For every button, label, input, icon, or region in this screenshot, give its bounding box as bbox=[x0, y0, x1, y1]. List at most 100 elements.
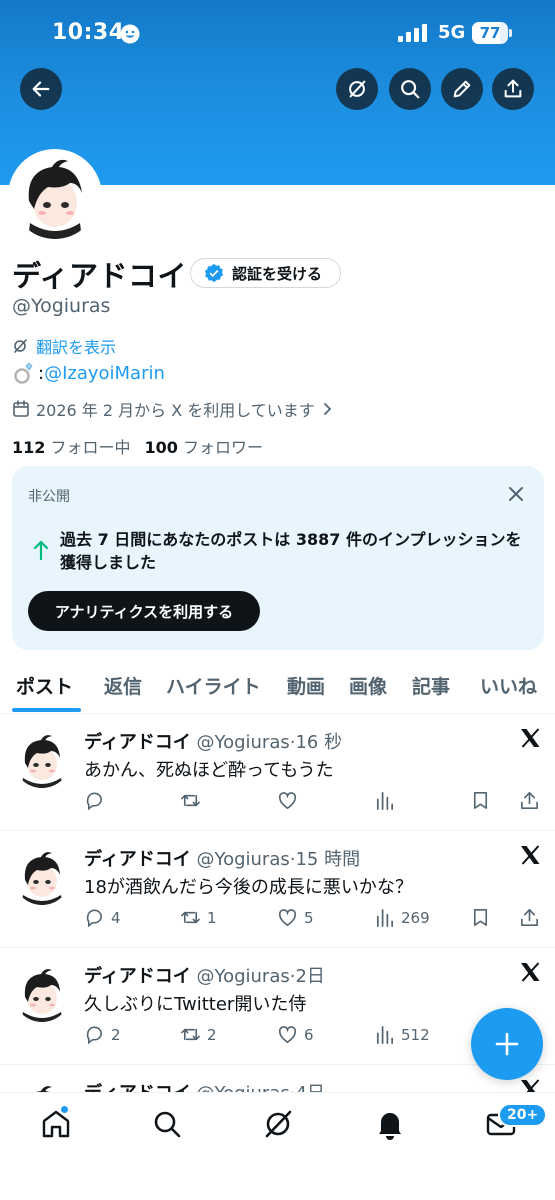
tab-replies[interactable]: 返信 bbox=[104, 672, 142, 699]
post-text: 久しぶりにTwitter開いた侍 bbox=[84, 994, 307, 1015]
tab-posts[interactable]: ポスト bbox=[16, 672, 73, 699]
arrow-left-icon bbox=[32, 81, 50, 97]
grok-icon bbox=[265, 1110, 292, 1138]
joined-date-row[interactable]: 2026 年 2 月から X を利用しています bbox=[12, 397, 339, 421]
following-link[interactable]: 112 フォロー中 bbox=[12, 434, 131, 458]
heart-icon bbox=[278, 1026, 297, 1044]
upload-icon bbox=[504, 79, 522, 98]
follow-stats: 112 フォロー中 100 フォロワー bbox=[12, 434, 263, 458]
tab-highlights[interactable]: ハイライト bbox=[166, 672, 261, 699]
followers-link[interactable]: 100 フォロワー bbox=[145, 434, 264, 458]
search-button[interactable] bbox=[389, 68, 431, 110]
profile-bio: : @IzayoiMarin bbox=[12, 362, 165, 384]
get-verified-button[interactable]: 認証を受ける bbox=[190, 258, 341, 288]
post-actions: 4 1 5 269 bbox=[0, 907, 555, 931]
reply-button[interactable]: 2 bbox=[84, 1024, 121, 1045]
post-text: 18が酒飲んだら今後の成長に悪いかな？ bbox=[84, 877, 413, 898]
tab-articles[interactable]: 記事 bbox=[412, 672, 450, 699]
translate-bio-link[interactable]: 翻訳を表示 bbox=[12, 334, 116, 358]
view-count: 269 bbox=[401, 908, 430, 927]
grok-icon bbox=[14, 339, 27, 353]
nav-notifications[interactable] bbox=[373, 1107, 407, 1141]
avatar-illustration bbox=[12, 153, 98, 239]
edit-button[interactable] bbox=[441, 68, 483, 110]
status-bar: 10:34 5G 77 bbox=[0, 0, 555, 66]
followers-label: フォロワー bbox=[183, 438, 264, 457]
post-avatar[interactable] bbox=[13, 730, 71, 788]
use-analytics-button[interactable]: アナリティクスを利用する bbox=[28, 591, 260, 631]
private-label: 非公開 bbox=[28, 489, 70, 505]
calendar-icon bbox=[13, 400, 29, 417]
bookmark-button[interactable] bbox=[470, 790, 497, 811]
views-button[interactable]: 512 bbox=[374, 1024, 430, 1045]
x-logo-icon[interactable] bbox=[519, 961, 541, 983]
home-unread-dot bbox=[60, 1105, 69, 1114]
post-author-name[interactable]: ディアドコイ bbox=[84, 732, 191, 753]
post-item[interactable]: ディアドコイ @Yogiuras·15 時間 18が酒飲んだら今後の成長に悪いか… bbox=[0, 831, 555, 948]
compose-post-button[interactable] bbox=[471, 1008, 543, 1080]
post-header: ディアドコイ @Yogiuras·16 秒 bbox=[84, 732, 343, 753]
display-name: ディアドコイ bbox=[12, 259, 187, 293]
repost-button[interactable]: 1 bbox=[180, 907, 217, 928]
reply-icon bbox=[86, 909, 102, 928]
like-button[interactable]: 5 bbox=[277, 907, 314, 928]
view-count: 512 bbox=[401, 1025, 430, 1044]
post-author-name[interactable]: ディアドコイ bbox=[84, 966, 191, 987]
repost-button[interactable] bbox=[180, 790, 207, 811]
nav-grok[interactable] bbox=[261, 1107, 295, 1141]
post-author-name[interactable]: ディアドコイ bbox=[84, 849, 191, 870]
active-tab-indicator bbox=[12, 708, 81, 712]
post-avatar[interactable] bbox=[13, 847, 71, 905]
heart-icon bbox=[278, 792, 297, 810]
tab-likes[interactable]: いいね bbox=[480, 672, 537, 699]
post-avatar[interactable] bbox=[13, 964, 71, 1022]
reply-icon bbox=[86, 792, 102, 811]
reply-button[interactable]: 4 bbox=[84, 907, 121, 928]
share-post-button[interactable] bbox=[519, 907, 546, 928]
like-button[interactable]: 6 bbox=[277, 1024, 314, 1045]
upload-icon bbox=[521, 792, 538, 809]
post-header: ディアドコイ @Yogiuras·15 時間 bbox=[84, 849, 361, 870]
translate-label: 翻訳を表示 bbox=[36, 338, 117, 357]
network-type: 5G bbox=[438, 22, 466, 43]
repost-button[interactable]: 2 bbox=[180, 1024, 217, 1045]
post-item[interactable]: ディアドコイ @Yogiuras·16 秒 あかん、死ぬほど酔ってもうた bbox=[0, 714, 555, 831]
back-button[interactable] bbox=[20, 68, 62, 110]
views-icon bbox=[376, 909, 393, 927]
bookmark-icon bbox=[473, 792, 488, 809]
heart-icon bbox=[278, 909, 297, 927]
joined-date: 2026 年 2 月から X を利用しています bbox=[36, 401, 315, 420]
tab-videos[interactable]: 動画 bbox=[287, 672, 325, 699]
status-time: 10:34 bbox=[52, 20, 125, 45]
reply-count: 4 bbox=[111, 908, 121, 927]
messages-badge: 20+ bbox=[498, 1103, 548, 1127]
post-time[interactable]: 15 時間 bbox=[295, 849, 360, 870]
post-time[interactable]: 2日 bbox=[295, 966, 324, 987]
post-actions bbox=[0, 790, 555, 814]
tab-images[interactable]: 画像 bbox=[349, 672, 387, 699]
repost-icon bbox=[181, 794, 200, 807]
grok-icon bbox=[349, 80, 366, 98]
bookmark-button[interactable] bbox=[470, 907, 497, 928]
x-logo-icon[interactable] bbox=[519, 844, 541, 866]
profile-tabs: ポスト 返信 ハイライト 動画 画像 記事 いいね bbox=[0, 666, 555, 714]
x-logo-icon[interactable] bbox=[519, 727, 541, 749]
post-author-handle: @Yogiuras bbox=[196, 732, 290, 753]
share-post-button[interactable] bbox=[519, 790, 546, 811]
profile-avatar[interactable] bbox=[8, 149, 102, 243]
pencil-icon bbox=[453, 80, 471, 98]
views-button[interactable] bbox=[374, 790, 401, 811]
nav-search[interactable] bbox=[150, 1107, 184, 1141]
ring-emoji-icon bbox=[14, 362, 33, 384]
profile-handle: @Yogiuras bbox=[12, 295, 111, 317]
bio-mention-link[interactable]: @IzayoiMarin bbox=[44, 363, 165, 384]
views-button[interactable]: 269 bbox=[374, 907, 430, 928]
grok-button[interactable] bbox=[336, 68, 378, 110]
like-count: 6 bbox=[304, 1025, 314, 1044]
reply-button[interactable] bbox=[84, 790, 111, 811]
reply-icon bbox=[86, 1026, 102, 1045]
post-time[interactable]: 16 秒 bbox=[295, 732, 342, 753]
like-button[interactable] bbox=[277, 790, 304, 811]
close-icon[interactable] bbox=[504, 482, 528, 506]
share-button[interactable] bbox=[492, 68, 534, 110]
